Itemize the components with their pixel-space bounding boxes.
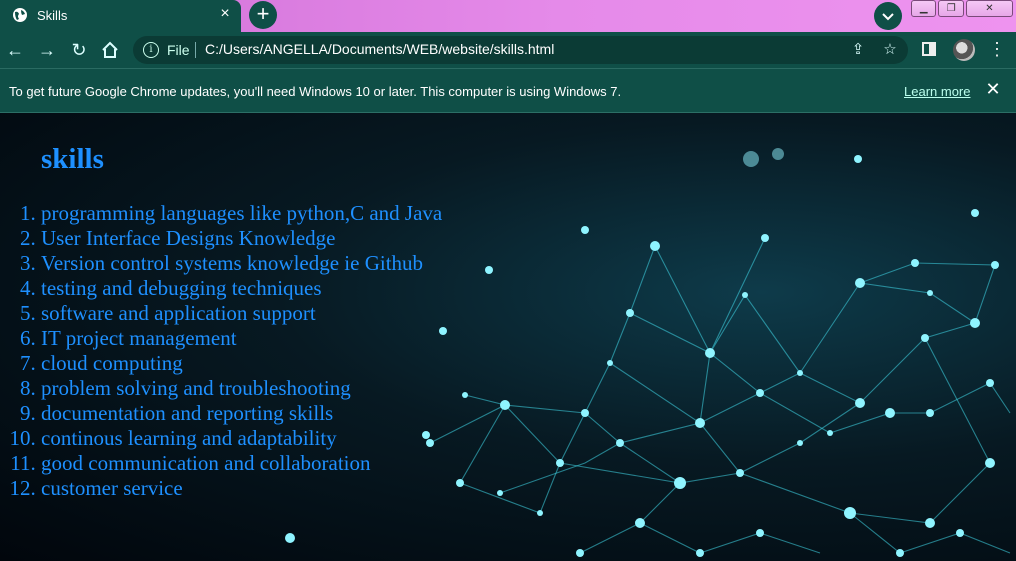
- infobar-close-icon[interactable]: ✕: [985, 80, 1001, 98]
- browser-toolbar: ← → ↻ i File C:/Users/ANGELLA/Documents/…: [0, 32, 1016, 68]
- bookmark-star-icon[interactable]: ☆: [881, 41, 899, 59]
- chevron-down-icon: [882, 13, 894, 21]
- back-arrow-icon[interactable]: ←: [5, 40, 25, 60]
- address-bar[interactable]: i File C:/Users/ANGELLA/Documents/WEB/we…: [133, 36, 908, 64]
- file-label: File: [167, 42, 190, 58]
- list-item: problem solving and troubleshooting: [41, 376, 442, 401]
- infobar-message: To get future Google Chrome updates, you…: [9, 84, 622, 99]
- new-tab-button[interactable]: +: [249, 1, 277, 29]
- browser-tab[interactable]: Skills ×: [0, 0, 241, 32]
- list-item: testing and debugging techniques: [41, 276, 442, 301]
- tab-title: Skills: [37, 8, 68, 23]
- close-window-button[interactable]: ✕: [965, 0, 1013, 17]
- reload-icon[interactable]: ↻: [69, 40, 89, 60]
- page-content: skills programming languages like python…: [0, 113, 1016, 561]
- side-panel-icon[interactable]: [922, 42, 936, 56]
- list-item: customer service: [41, 476, 442, 501]
- minimize-button[interactable]: ▁: [911, 0, 937, 17]
- list-item: User Interface Designs Knowledge: [41, 226, 442, 251]
- list-item: software and application support: [41, 301, 442, 326]
- list-item: programming languages like python,C and …: [41, 201, 442, 226]
- restore-button[interactable]: ❐: [938, 0, 964, 17]
- url-text[interactable]: C:/Users/ANGELLA/Documents/WEB/website/s…: [205, 41, 554, 57]
- list-item: documentation and reporting skills: [41, 401, 442, 426]
- tab-search-button[interactable]: [874, 2, 902, 30]
- list-item: Version control systems knowledge ie Git…: [41, 251, 442, 276]
- title-bar: Skills × + ▁ ❐ ✕: [0, 0, 1016, 32]
- learn-more-link[interactable]: Learn more: [904, 84, 970, 99]
- globe-icon: [13, 8, 27, 22]
- update-infobar: To get future Google Chrome updates, you…: [0, 68, 1016, 113]
- skills-list: programming languages like python,C and …: [0, 201, 442, 501]
- page-heading: skills: [41, 143, 104, 175]
- list-item: good communication and collaboration: [41, 451, 442, 476]
- home-icon[interactable]: [100, 40, 120, 60]
- forward-arrow-icon[interactable]: →: [37, 40, 57, 60]
- list-item: cloud computing: [41, 351, 442, 376]
- info-icon[interactable]: i: [143, 42, 159, 58]
- profile-avatar[interactable]: [953, 39, 975, 61]
- tab-close-icon[interactable]: ×: [217, 6, 233, 22]
- share-icon[interactable]: ⇪: [849, 41, 867, 59]
- list-item: continous learning and adaptability: [41, 426, 442, 451]
- window-controls: ▁ ❐ ✕: [911, 0, 1013, 17]
- list-item: IT project management: [41, 326, 442, 351]
- separator: [195, 42, 196, 58]
- more-menu-icon[interactable]: ⋮: [988, 40, 1006, 60]
